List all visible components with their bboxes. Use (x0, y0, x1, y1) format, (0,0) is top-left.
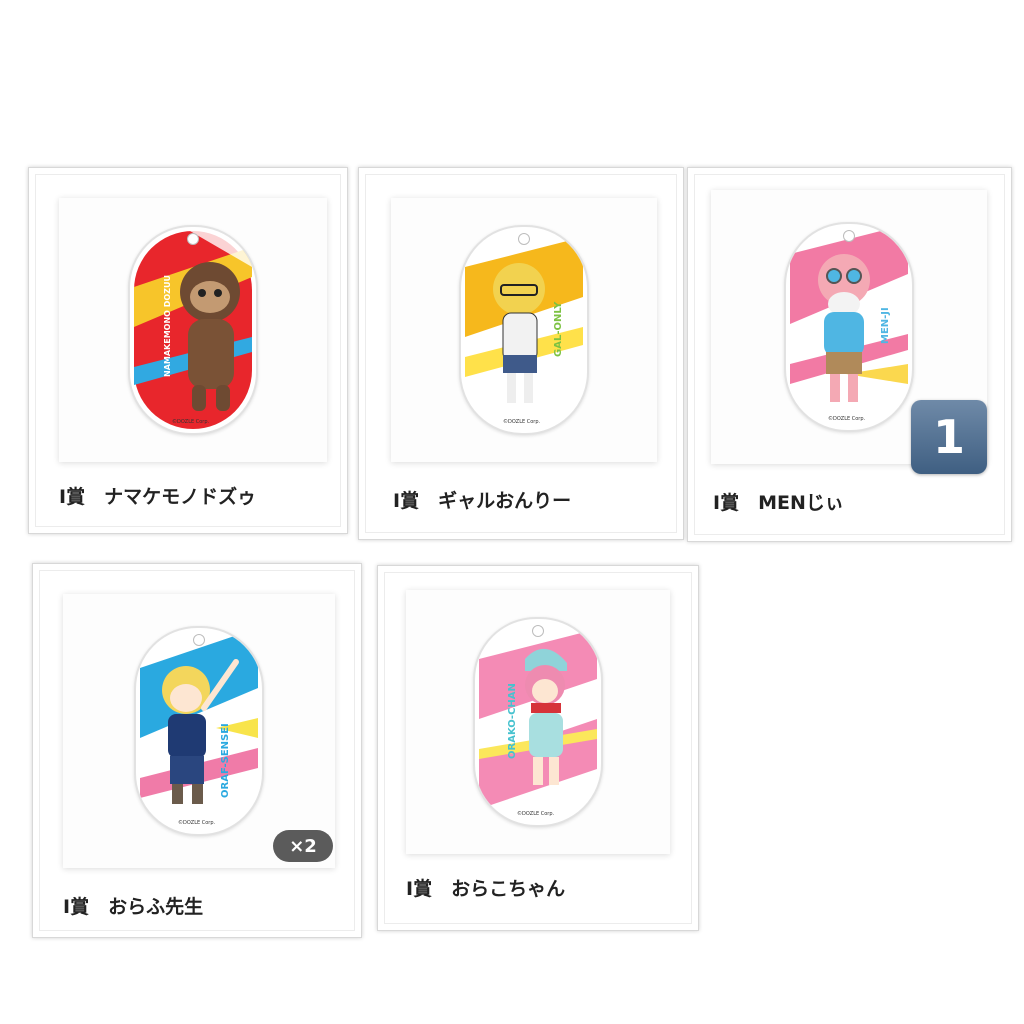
girl-scarf-figure-icon: ORAKO-CHAN ©DOZLE Corp. (479, 623, 597, 821)
pig-figure-icon: MEN-JI ©DOZLE Corp. (790, 224, 908, 426)
prize-caption: I賞 MENじぃ (713, 492, 844, 514)
svg-text:GAL-ONLY: GAL-ONLY (553, 301, 564, 357)
svg-text:©DOZLE Corp.: ©DOZLE Corp. (517, 810, 555, 817)
prize-card-3[interactable]: MEN-JI ©DOZLE Corp. 1 I賞 MENじぃ (687, 167, 1012, 542)
svg-text:©DOZLE Corp.: ©DOZLE Corp. (178, 819, 216, 826)
prize-caption: I賞 ナマケモノドズゥ (59, 486, 257, 508)
acrylic-tag: ORAF-SENSEI ©DOZLE Corp. (134, 626, 264, 836)
svg-text:ORAKO-CHAN: ORAKO-CHAN (507, 683, 518, 759)
prize-caption: I賞 おらふ先生 (63, 896, 204, 918)
product-photo[interactable]: ORAF-SENSEI ©DOZLE Corp. (63, 594, 335, 868)
acrylic-tag: GAL-ONLY ©DOZLE Corp. (459, 225, 589, 435)
product-photo[interactable]: GAL-ONLY ©DOZLE Corp. (391, 198, 657, 462)
prize-card-4[interactable]: ORAF-SENSEI ©DOZLE Corp. ×2 I賞 おらふ先生 (32, 563, 362, 938)
girl-figure-icon: GAL-ONLY ©DOZLE Corp. (465, 231, 583, 429)
prize-card-5[interactable]: ORAKO-CHAN ©DOZLE Corp. I賞 おらこちゃん (377, 565, 699, 931)
prize-card-1[interactable]: NAMAKEMONO DOZUU ©DOZLE Corp. I賞 ナマケモノドズ… (28, 167, 348, 534)
prize-card-2[interactable]: GAL-ONLY ©DOZLE Corp. I賞 ギャルおんりー (358, 167, 684, 540)
product-photo[interactable]: NAMAKEMONO DOZUU ©DOZLE Corp. (59, 198, 327, 462)
sloth-figure-icon: NAMAKEMONO DOZUU ©DOZLE Corp. (134, 231, 252, 429)
svg-text:MEN-JI: MEN-JI (880, 307, 891, 344)
acrylic-tag: ORAKO-CHAN ©DOZLE Corp. (473, 617, 603, 827)
teacher-figure-icon: ORAF-SENSEI ©DOZLE Corp. (140, 628, 258, 830)
prize-caption: I賞 ギャルおんりー (393, 490, 572, 512)
keychain-hole-icon (518, 233, 530, 245)
svg-text:©DOZLE Corp.: ©DOZLE Corp. (828, 415, 866, 422)
count-badge: 1 (911, 400, 987, 474)
svg-text:©DOZLE Corp.: ©DOZLE Corp. (503, 418, 541, 425)
svg-text:ORAF-SENSEI: ORAF-SENSEI (220, 723, 231, 798)
keychain-hole-icon (187, 233, 199, 245)
acrylic-tag: MEN-JI ©DOZLE Corp. (784, 222, 914, 432)
keychain-hole-icon (843, 230, 855, 242)
keychain-hole-icon (532, 625, 544, 637)
acrylic-tag: NAMAKEMONO DOZUU ©DOZLE Corp. (128, 225, 258, 435)
keychain-hole-icon (193, 634, 205, 646)
product-photo[interactable]: ORAKO-CHAN ©DOZLE Corp. (406, 590, 670, 854)
svg-text:©DOZLE Corp.: ©DOZLE Corp. (172, 418, 210, 425)
svg-text:NAMAKEMONO DOZUU: NAMAKEMONO DOZUU (163, 275, 172, 377)
quantity-badge: ×2 (273, 830, 333, 862)
prize-caption: I賞 おらこちゃん (406, 878, 566, 900)
